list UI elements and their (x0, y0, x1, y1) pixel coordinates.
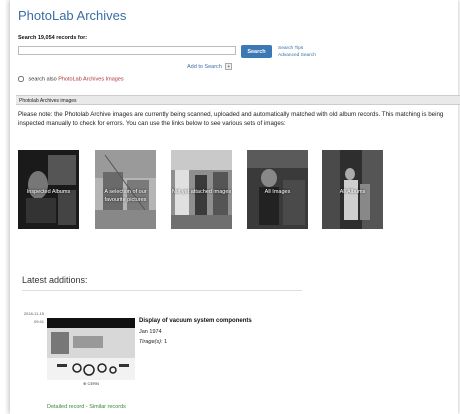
tile-label: All Albums (339, 189, 366, 195)
link-separator: - (85, 404, 88, 410)
search-input[interactable] (18, 46, 236, 55)
record-copies: Tirage(s): 1 (139, 339, 167, 345)
add-to-search[interactable]: Add to Search + (187, 63, 233, 70)
search-also-checkbox[interactable] (18, 76, 24, 82)
record-title[interactable]: Display of vacuum system components (139, 318, 252, 324)
record-date-value: Jan 1974 (139, 329, 162, 335)
tile-label: All Images (264, 189, 291, 195)
record-date: 2018-11-15 (23, 311, 44, 316)
tile-not-attached-images[interactable]: Not yet attached images (171, 150, 232, 229)
copies-label: Tirage(s): (139, 339, 163, 345)
search-also-label: search also (28, 76, 57, 83)
tile-all-images[interactable]: All Images (247, 150, 308, 229)
thumbnail-caption: ⊕ CERN (83, 381, 99, 386)
record-thumbnail[interactable]: ⊕ CERN (47, 318, 135, 390)
search-also-option: search also PhotoLab Archives Images (18, 76, 124, 82)
copies-value: 1 (164, 339, 168, 345)
tile-favourite-pictures[interactable]: A selection of our favourite pictures (95, 150, 156, 229)
record-photo (47, 318, 135, 390)
photolab-images-link[interactable]: PhotoLab Archives Images (58, 76, 123, 82)
record-time: 09:41 (33, 319, 44, 324)
search-label: Search 19,054 records for: (18, 35, 88, 41)
detailed-record-link[interactable]: Detailed record (47, 404, 84, 410)
record-links: Detailed record - Similar records (47, 404, 126, 410)
plus-icon[interactable]: + (225, 63, 233, 70)
tile-all-albums[interactable]: All Albums (322, 150, 383, 229)
search-tips-link[interactable]: Search Tips (278, 45, 316, 52)
divider (22, 290, 302, 291)
section-header: Photolab Archives images (16, 95, 460, 105)
section-note: Please note: the Photolab Archive images… (18, 111, 444, 127)
tile-label: Not yet attached images (171, 189, 232, 195)
page-title[interactable]: PhotoLab Archives (18, 8, 126, 23)
latest-additions-heading: Latest additions: (22, 275, 88, 285)
search-button[interactable]: Search (241, 45, 272, 58)
search-links: Search Tips Advanced Search (278, 45, 316, 59)
record-datetime: 2018-11-15 09:41 (18, 310, 44, 326)
advanced-search-link[interactable]: Advanced Search (278, 52, 316, 59)
tile-label: A selection of our favourite pictures (104, 189, 147, 203)
add-to-search-link[interactable]: Add to Search (187, 64, 222, 70)
tile-inspected-albums[interactable]: Inspected Albums (18, 150, 79, 229)
tile-label: Inspected Albums (26, 189, 71, 195)
similar-records-link[interactable]: Similar records (89, 404, 126, 410)
